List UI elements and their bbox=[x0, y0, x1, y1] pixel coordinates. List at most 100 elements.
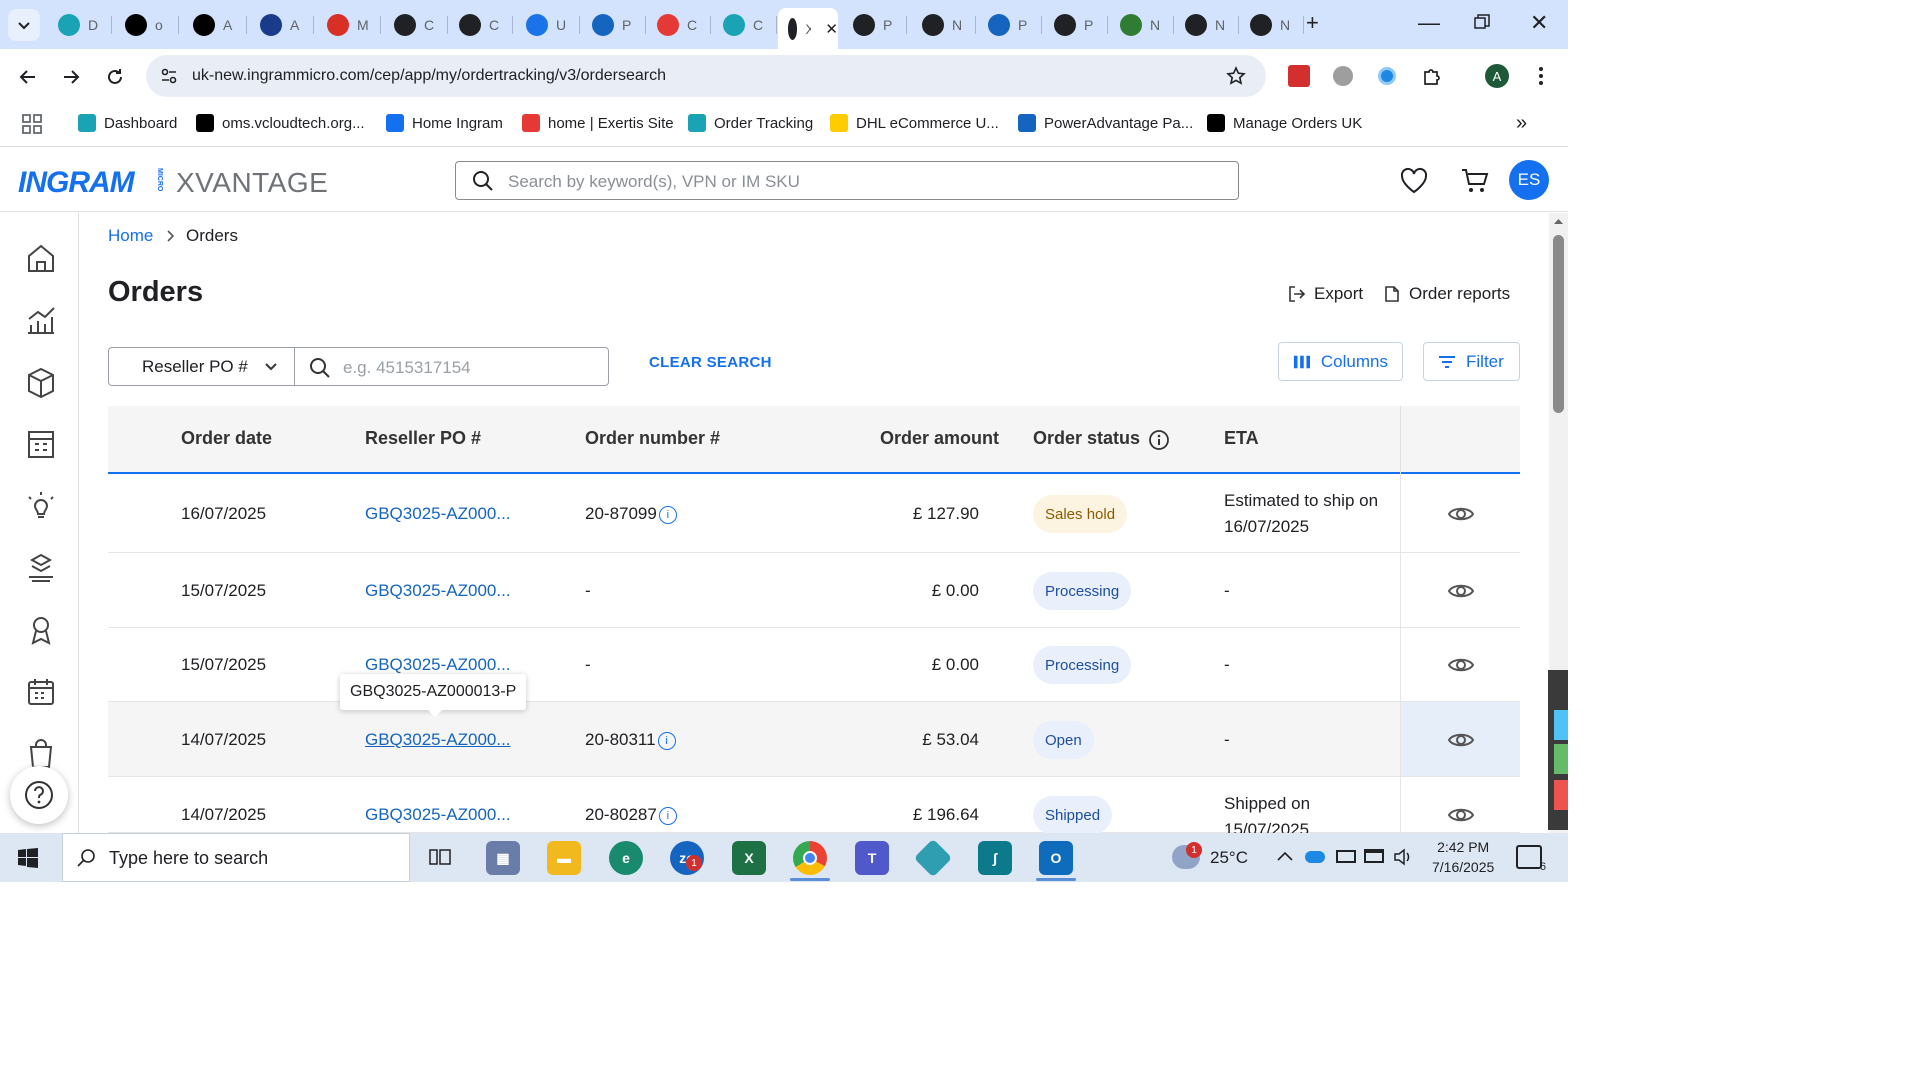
browser-tab[interactable]: A bbox=[183, 8, 247, 41]
view-eye-icon[interactable] bbox=[1447, 581, 1475, 601]
view-eye-icon[interactable] bbox=[1447, 655, 1475, 675]
bookmark-item[interactable]: home | Exertis Site bbox=[522, 114, 674, 132]
restore-button[interactable] bbox=[1474, 14, 1490, 30]
chrome-app-icon[interactable] bbox=[793, 841, 827, 875]
reseller-po-link[interactable]: GBQ3025-AZ000... bbox=[365, 805, 511, 825]
view-eye-icon[interactable] bbox=[1447, 805, 1475, 825]
view-eye-icon[interactable] bbox=[1447, 504, 1475, 524]
order-number[interactable]: 20-80311 i bbox=[585, 730, 676, 750]
browser-tab[interactable]: C bbox=[713, 8, 777, 41]
order-info-icon[interactable]: i bbox=[657, 732, 676, 750]
ingram-logo[interactable]: INGRAM bbox=[18, 166, 135, 200]
globe-extension-icon[interactable] bbox=[1330, 63, 1356, 89]
url-text[interactable]: uk-new.ingrammicro.com/cep/app/my/ordert… bbox=[192, 67, 666, 85]
browser-tab[interactable]: o bbox=[115, 8, 179, 41]
extensions-puzzle-icon[interactable] bbox=[1419, 63, 1445, 89]
scroll-up-icon[interactable] bbox=[1553, 217, 1564, 225]
browser-tab[interactable]: N bbox=[1175, 8, 1239, 41]
reseller-po-link[interactable]: GBQ3025-AZ000... bbox=[365, 581, 511, 601]
order-number[interactable]: - bbox=[585, 655, 591, 675]
table-row[interactable]: 16/07/2025 GBQ3025-AZ000... 20-87099 i £ 127… bbox=[108, 475, 1520, 553]
product-search-input[interactable]: Search by keyword(s), VPN or IM SKU bbox=[455, 161, 1239, 200]
bookmark-item[interactable]: Home Ingram bbox=[386, 114, 503, 132]
bookmark-item[interactable]: DHL eCommerce U... bbox=[830, 114, 999, 132]
search-field-select[interactable]: Reseller PO # bbox=[108, 347, 295, 386]
cart-icon[interactable] bbox=[1460, 166, 1490, 196]
box-icon[interactable] bbox=[24, 365, 58, 399]
order-info-icon[interactable]: i bbox=[658, 807, 677, 825]
volume-icon[interactable] bbox=[1393, 848, 1413, 866]
file-explorer-icon[interactable]: ▬ bbox=[547, 841, 581, 875]
bookmark-item[interactable]: Dashboard bbox=[78, 114, 177, 132]
close-tab-icon[interactable]: ✕ bbox=[825, 20, 838, 38]
notification-center-icon[interactable]: 6 bbox=[1516, 845, 1546, 873]
order-number-text[interactable]: 20-80287 bbox=[585, 805, 657, 824]
browser-tab[interactable]: N bbox=[1110, 8, 1174, 41]
close-window-button[interactable]: ✕ bbox=[1530, 10, 1548, 36]
lightbulb-icon[interactable] bbox=[24, 489, 58, 523]
col-eta[interactable]: ETA bbox=[1224, 428, 1259, 449]
snap-extension-icon[interactable] bbox=[1374, 63, 1400, 89]
site-info-icon[interactable] bbox=[160, 67, 178, 85]
weather-temp[interactable]: 25°C bbox=[1210, 848, 1248, 868]
col-order-date[interactable]: Order date bbox=[181, 428, 272, 449]
browser-tab[interactable]: P bbox=[1044, 8, 1108, 41]
browser-tab[interactable]: P bbox=[978, 8, 1042, 41]
browser-tab[interactable]: P bbox=[843, 8, 907, 41]
system-clock[interactable]: 2:42 PM 7/16/2025 bbox=[1432, 837, 1494, 877]
analytics-chart-icon[interactable] bbox=[24, 303, 58, 337]
browser-tab[interactable]: A bbox=[250, 8, 314, 41]
apps-grid-icon[interactable] bbox=[22, 114, 42, 134]
browser-tab[interactable]: M bbox=[317, 8, 381, 41]
back-button[interactable] bbox=[14, 63, 42, 91]
more-bookmarks-icon[interactable]: » bbox=[1516, 112, 1527, 135]
order-number-text[interactable]: 20-87099 bbox=[585, 504, 657, 523]
col-order-number[interactable]: Order number # bbox=[585, 428, 720, 449]
pdf-extension-icon[interactable] bbox=[1286, 63, 1312, 89]
info-icon[interactable] bbox=[1148, 429, 1170, 451]
diamond-app-icon[interactable] bbox=[913, 838, 953, 878]
help-button[interactable] bbox=[10, 766, 68, 824]
battery-icon[interactable] bbox=[1336, 850, 1356, 863]
script-app-icon[interactable]: ʃ bbox=[978, 841, 1012, 875]
browser-menu-icon[interactable] bbox=[1528, 63, 1554, 89]
user-avatar[interactable]: ES bbox=[1509, 160, 1549, 200]
bookmark-item[interactable]: PowerAdvantage Pa... bbox=[1018, 114, 1193, 132]
tab-search-button[interactable] bbox=[8, 9, 40, 41]
reload-button[interactable] bbox=[101, 63, 129, 91]
col-order-status[interactable]: Order status bbox=[1033, 428, 1140, 449]
side-widget-strip[interactable] bbox=[1548, 670, 1568, 830]
minimize-button[interactable]: — bbox=[1418, 10, 1440, 36]
bookmark-star-icon[interactable] bbox=[1226, 66, 1246, 86]
browser-tab[interactable]: C bbox=[449, 8, 513, 41]
edge-browser-icon[interactable]: e bbox=[609, 841, 643, 875]
excel-app-icon[interactable]: X bbox=[732, 841, 766, 875]
bookmark-item[interactable]: Order Tracking bbox=[688, 114, 813, 132]
order-number-text[interactable]: 20-80311 bbox=[585, 730, 656, 749]
col-order-amount[interactable]: Order amount bbox=[880, 428, 999, 449]
scrollbar-thumb[interactable] bbox=[1553, 235, 1564, 413]
reseller-po-link[interactable]: GBQ3025-AZ000... bbox=[365, 730, 511, 750]
browser-tab[interactable]: C bbox=[384, 8, 448, 41]
order-number-text[interactable]: - bbox=[585, 655, 591, 674]
task-view-icon[interactable] bbox=[429, 847, 451, 867]
windows-start-icon[interactable] bbox=[18, 848, 38, 868]
outlook-app-icon[interactable]: O bbox=[1039, 841, 1073, 875]
taskbar-search-input[interactable]: Type here to search bbox=[62, 833, 410, 882]
table-row[interactable]: 14/07/2025 GBQ3025-AZ000... 20-80311 i £ 53.… bbox=[108, 702, 1520, 777]
layers-hand-icon[interactable] bbox=[24, 551, 58, 585]
bookmark-item[interactable]: oms.vcloudtech.org... bbox=[196, 114, 365, 132]
home-icon[interactable] bbox=[24, 241, 58, 275]
table-row[interactable]: 14/07/2025 GBQ3025-AZ000... 20-80287 i £ 196… bbox=[108, 777, 1520, 839]
table-row[interactable]: 15/07/2025 GBQ3025-AZ000... - £ 0.00 Process… bbox=[108, 628, 1520, 702]
browser-tab[interactable]: U bbox=[516, 8, 580, 41]
address-bar[interactable]: uk-new.ingrammicro.com/cep/app/my/ordert… bbox=[146, 55, 1266, 97]
teams-app-icon[interactable]: T bbox=[855, 841, 889, 875]
chevron-up-icon[interactable] bbox=[1277, 851, 1293, 861]
forward-button[interactable] bbox=[57, 63, 85, 91]
network-icon[interactable] bbox=[1364, 849, 1384, 863]
wishlist-heart-icon[interactable] bbox=[1399, 166, 1429, 196]
filter-button[interactable]: Filter bbox=[1423, 342, 1520, 381]
browser-tab[interactable]: C bbox=[647, 8, 711, 41]
order-reports-button[interactable]: Order reports bbox=[1383, 284, 1510, 304]
